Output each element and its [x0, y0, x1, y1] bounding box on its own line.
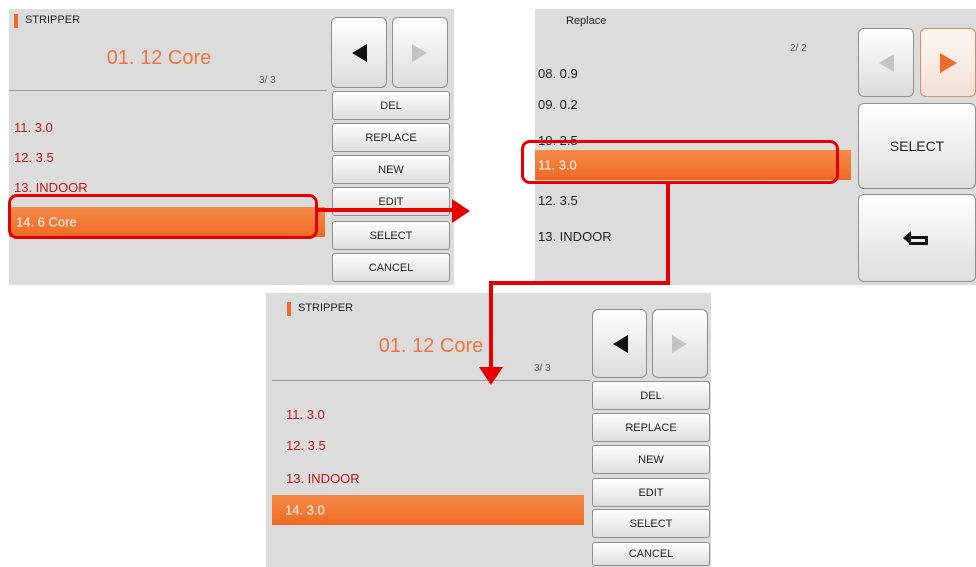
list-item[interactable]: 12. 3.5 [538, 193, 578, 208]
header-accent-bar [14, 14, 18, 28]
stripper-panel-before: STRIPPER 01. 12 Core 3/ 3 11. 3.0 12. 3.… [9, 9, 454, 285]
page-title: 01. 12 Core [378, 335, 484, 357]
del-button[interactable]: DEL [332, 91, 450, 120]
page-title: 01. 12 Core [106, 47, 212, 69]
list-item[interactable]: 11. 3.0 [286, 407, 325, 422]
cancel-button[interactable]: CANCEL [332, 253, 450, 282]
list-item[interactable]: 13. INDOOR [538, 229, 612, 244]
list-item[interactable]: 13. INDOOR [14, 180, 88, 195]
del-button[interactable]: DEL [592, 381, 710, 410]
select-button[interactable]: SELECT [592, 509, 710, 538]
panel-header: STRIPPER [298, 302, 354, 314]
arrow-head-down-icon [479, 367, 503, 385]
list-item[interactable]: 12. 3.5 [286, 438, 326, 453]
prev-page-button[interactable] [592, 309, 647, 378]
new-button[interactable]: NEW [592, 445, 710, 474]
right-arrow-icon [672, 334, 687, 353]
arrow-line-vertical [666, 183, 670, 283]
header-accent-bar [287, 302, 291, 316]
selected-list-item[interactable]: 14. 3.0 [272, 495, 584, 525]
return-icon [903, 231, 928, 245]
select-button[interactable]: SELECT [332, 221, 450, 250]
left-arrow-icon [879, 53, 894, 72]
panel-header: STRIPPER [25, 14, 81, 26]
arrow-head-right-icon [452, 199, 470, 223]
left-arrow-icon [352, 43, 367, 62]
replace-button[interactable]: REPLACE [332, 123, 450, 152]
prev-page-button[interactable] [331, 17, 387, 88]
highlight-box-replacement-item [521, 140, 839, 184]
divider [272, 380, 590, 381]
edit-button[interactable]: EDIT [592, 478, 710, 507]
list-item[interactable]: 08. 0.9 [538, 66, 578, 81]
cancel-button[interactable]: CANCEL [592, 542, 710, 566]
select-button[interactable]: SELECT [858, 103, 976, 189]
list-item[interactable]: 09. 0.2 [538, 97, 578, 112]
list-item[interactable]: 13. INDOOR [286, 471, 360, 486]
arrow-line-right [318, 208, 454, 212]
highlight-box-selected-item [8, 194, 318, 239]
page-indicator: 2/ 2 [790, 43, 807, 54]
next-page-button[interactable] [652, 309, 708, 378]
panel-header: Replace [566, 15, 607, 27]
next-page-button[interactable] [920, 28, 976, 97]
page-indicator: 3/ 3 [259, 75, 276, 86]
right-arrow-icon [940, 52, 957, 73]
divider [9, 90, 327, 91]
selected-item-label: 14. 3.0 [285, 502, 325, 518]
list-item[interactable]: 12. 3.5 [14, 150, 54, 165]
page-indicator: 3/ 3 [534, 363, 551, 374]
prev-page-button[interactable] [858, 28, 914, 97]
right-arrow-icon [412, 43, 427, 62]
arrow-line-horizontal [489, 281, 670, 285]
replace-button[interactable]: REPLACE [592, 413, 710, 442]
new-button[interactable]: NEW [332, 155, 450, 184]
list-item[interactable]: 11. 3.0 [14, 120, 53, 135]
left-arrow-icon [612, 334, 628, 353]
arrow-line-down [489, 281, 493, 369]
next-page-button[interactable] [392, 17, 448, 88]
back-button[interactable] [858, 194, 976, 282]
